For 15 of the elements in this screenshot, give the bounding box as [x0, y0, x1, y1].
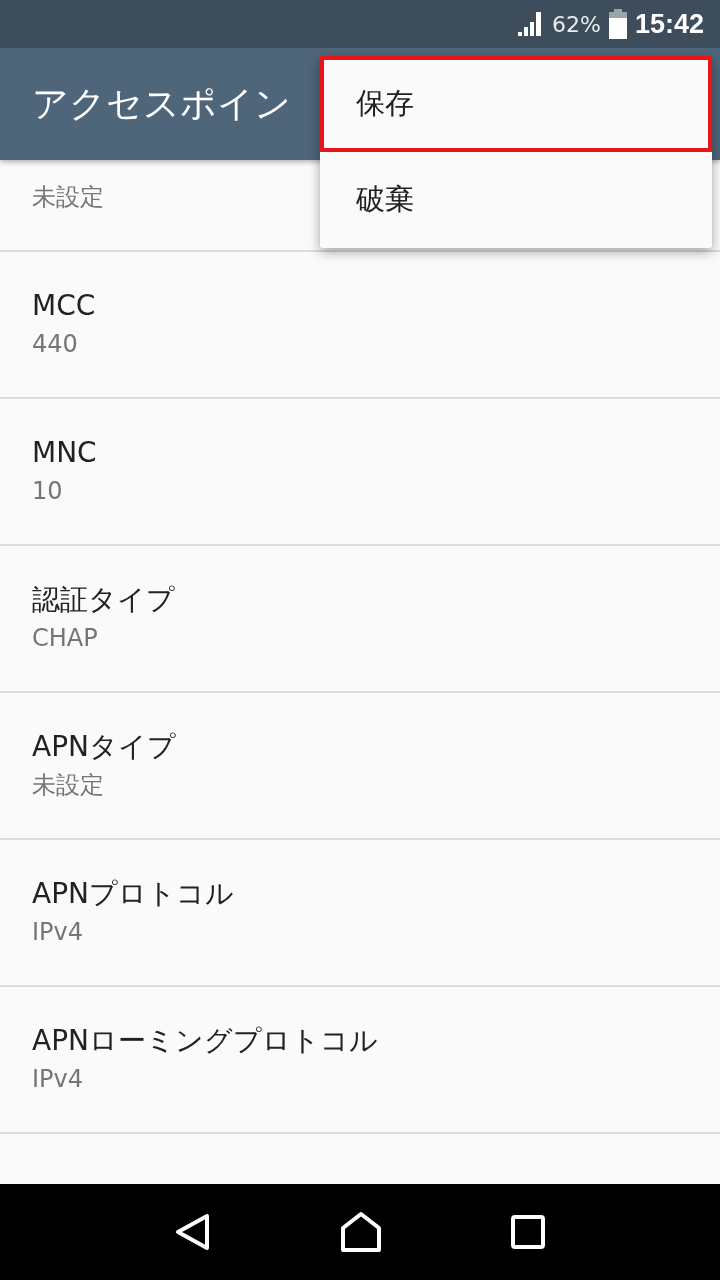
setting-value: 10 [32, 476, 63, 507]
setting-value: 未設定 [32, 182, 104, 213]
setting-title: APNローミングプロトコル [32, 1023, 379, 1059]
setting-title: APNプロトコル [32, 876, 235, 912]
setting-title: APNタイプ [32, 729, 177, 765]
setting-title: MNC [32, 435, 98, 471]
setting-title: 認証タイプ [32, 582, 176, 618]
setting-value: CHAP [32, 623, 98, 654]
setting-value: 未設定 [32, 770, 104, 801]
setting-value: IPv4 [32, 917, 84, 948]
setting-title: MCC [32, 288, 97, 324]
setting-value: 440 [32, 329, 78, 360]
battery-percentage: 62% [552, 11, 601, 37]
clock-time: 15:42 [634, 8, 704, 40]
setting-value: IPv4 [32, 1064, 84, 1095]
